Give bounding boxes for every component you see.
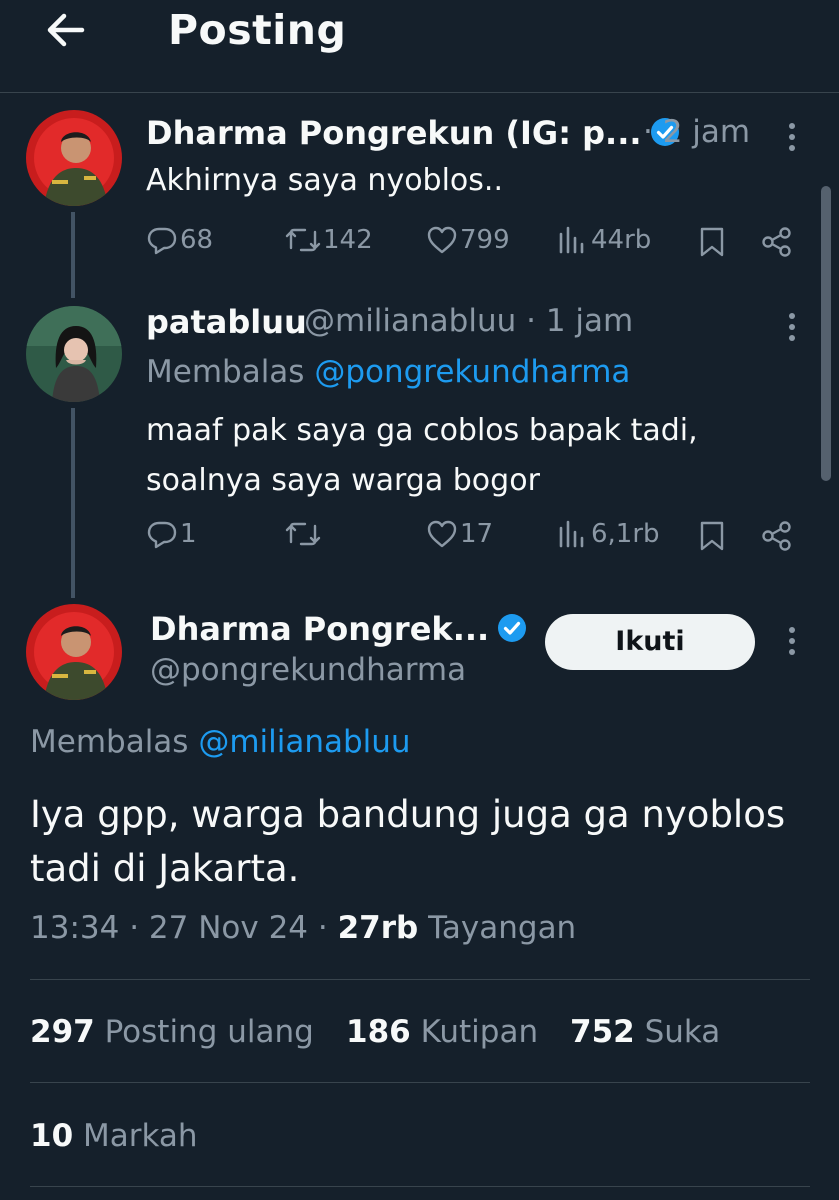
share-icon[interactable] [761,226,793,258]
author-name[interactable]: Dharma Pongrek... [150,610,527,648]
avatar[interactable] [26,110,122,206]
share-icon[interactable] [761,520,793,552]
follow-button[interactable]: Ikuti [545,614,755,670]
views-button[interactable]: 6,1rb [557,518,660,550]
repost-button[interactable] [285,518,323,550]
avatar[interactable] [26,604,122,700]
bookmark-icon[interactable] [697,520,727,552]
back-arrow-icon[interactable] [42,8,90,52]
replying-to: Membalas @milianabluu [30,724,411,760]
bookmarks-stat[interactable]: 10 Markah [30,1118,198,1154]
views-icon [559,520,584,548]
top-bar: Posting [0,0,839,93]
reply-button[interactable]: 1 [146,518,197,550]
views-button[interactable]: 44rb [557,224,651,256]
thread-line [71,212,75,298]
views-count: 6,1rb [591,519,660,549]
more-icon[interactable] [787,624,797,660]
author-handle[interactable]: @pongrekundharma [150,652,466,688]
reply-icon [147,227,177,255]
mention-link[interactable]: @pongrekundharma [314,354,630,390]
replying-to: Membalas @pongrekundharma [146,354,631,390]
like-button[interactable]: 799 [426,224,510,256]
post-meta[interactable]: @milianabluu · 1 jam [304,303,633,339]
post-meta: 13:34 · 27 Nov 24 · 27rb Tayangan [30,910,577,946]
post-text: maaf pak saya ga coblos bapak tadi, soal… [146,413,698,498]
repost-icon [285,522,321,546]
repost-button[interactable]: 142 [285,224,373,256]
author-handle: @milianabluu [304,303,517,339]
reply-button[interactable]: 68 [146,224,213,256]
repost-icon [285,228,321,252]
author-name[interactable]: Dharma Pongrekun (IG: p... [146,114,680,152]
post-time: 1 jam [545,303,634,339]
post-date[interactable]: 27 Nov 24 [149,910,308,946]
divider [30,979,810,980]
divider [30,1186,810,1187]
like-icon [427,520,457,548]
quotes-stat[interactable]: 186 Kutipan [346,1014,538,1050]
like-button[interactable]: 17 [426,518,493,550]
mention-link[interactable]: @milianabluu [198,724,410,760]
reply-icon [147,521,177,549]
post-time[interactable]: · 2 jam [643,114,750,150]
post-time[interactable]: 13:34 [30,910,119,946]
page-title: Posting [168,6,347,54]
views-label: Tayangan [428,910,577,946]
verified-badge-icon [498,614,527,642]
repost-count: 142 [323,225,373,255]
author-name[interactable]: patabluu [146,303,307,341]
likes-stat[interactable]: 752 Suka [570,1014,720,1050]
views-count: 44rb [591,225,652,255]
reposts-stat[interactable]: 297 Posting ulang [30,1014,314,1050]
reply-count: 1 [180,519,197,549]
more-icon[interactable] [787,310,797,346]
avatar[interactable] [26,306,122,402]
more-icon[interactable] [787,120,797,156]
post-text: Iya gpp, warga bandung juga ga nyoblos t… [30,793,786,890]
scrollbar[interactable] [821,186,831,481]
thread-line [71,408,75,598]
post-text: Akhirnya saya nyoblos.. [146,163,503,198]
divider [30,1082,810,1083]
like-count: 17 [460,519,494,549]
views-icon [559,226,584,254]
bookmark-icon[interactable] [697,226,727,258]
like-count: 799 [460,225,510,255]
reply-count: 68 [180,225,214,255]
like-icon [427,226,457,254]
views-count: 27rb [337,910,419,946]
